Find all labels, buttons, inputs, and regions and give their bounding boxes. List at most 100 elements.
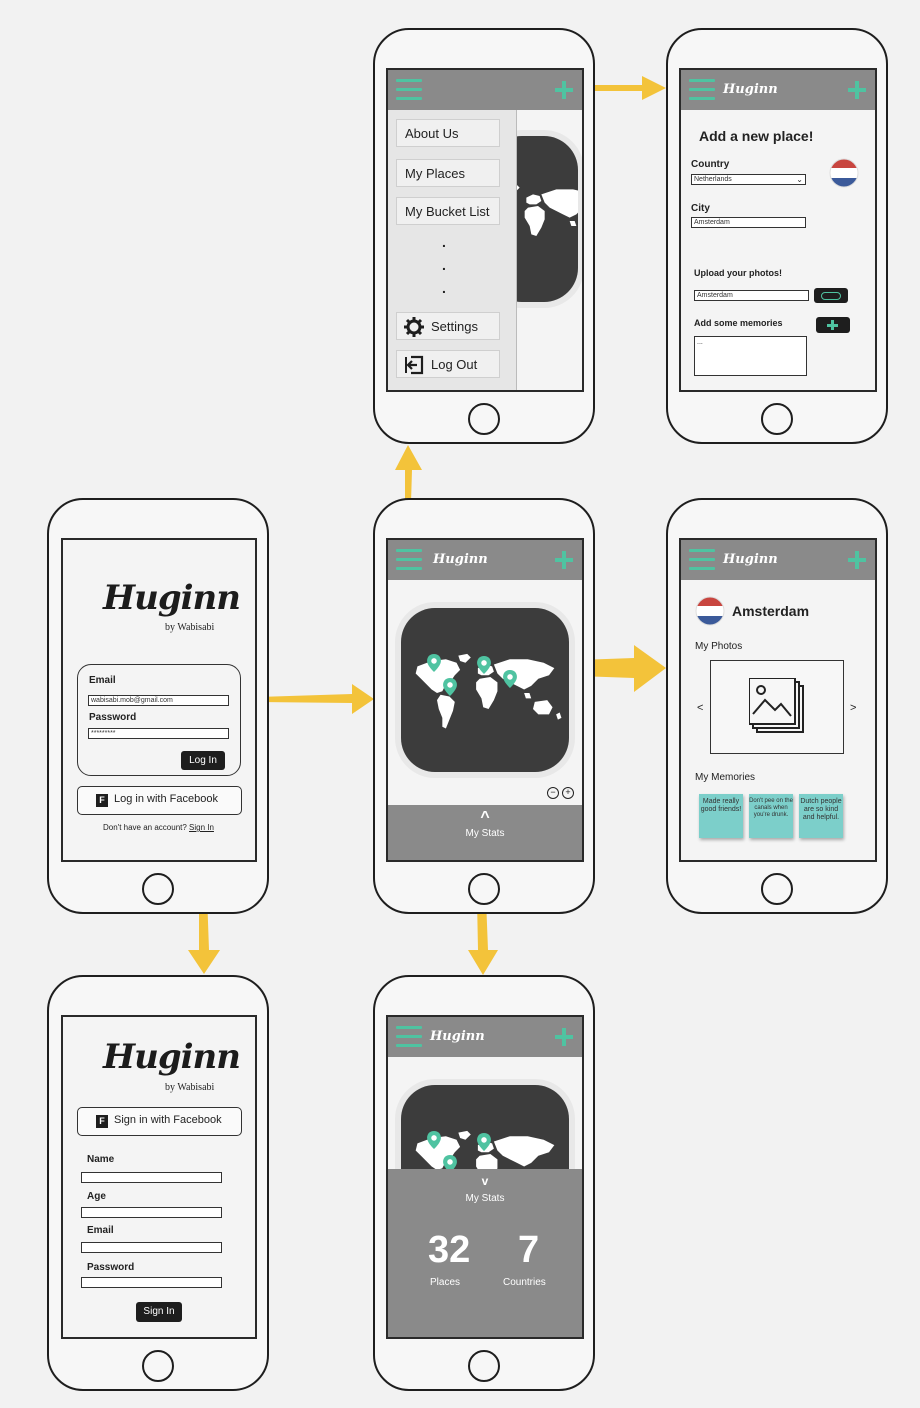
phone-signup: Huginn by Wabisabi F Sign in with Facebo…	[47, 975, 269, 1391]
zoom-in-icon[interactable]: +	[562, 787, 574, 799]
image-placeholder-icon	[749, 678, 804, 733]
logout-label: Log Out	[431, 357, 478, 372]
header-brand: Huginn	[723, 552, 778, 567]
add-place-icon[interactable]	[554, 76, 574, 104]
menu-dot: .	[442, 280, 446, 296]
countries-count: 7	[518, 1229, 540, 1271]
caret-down-icon[interactable]: v	[388, 1174, 582, 1188]
password-label: Password	[87, 1262, 135, 1273]
plus-icon-bar	[827, 324, 838, 327]
home-button[interactable]	[468, 873, 500, 905]
country-select-value: Netherlands	[694, 176, 732, 183]
map-pin-icon[interactable]	[477, 656, 491, 674]
hamburger-menu-icon[interactable]	[689, 549, 715, 571]
photo-viewer[interactable]	[710, 660, 844, 754]
chevron-down-icon: ⌄	[796, 175, 803, 184]
arrow-menu-to-add	[584, 76, 666, 100]
home-button[interactable]	[761, 403, 793, 435]
add-memory-button[interactable]	[816, 317, 850, 333]
city-screen: Huginn Amsterdam My Photos < > My Memori…	[679, 538, 877, 862]
age-field[interactable]	[81, 1207, 222, 1218]
places-label: Places	[430, 1277, 461, 1288]
header-bar: Huginn	[388, 540, 582, 580]
country-label: Country	[691, 159, 730, 170]
add-place-icon[interactable]	[554, 1023, 574, 1051]
facebook-signin-button[interactable]: F Sign in with Facebook	[77, 1107, 242, 1136]
city-label: City	[691, 203, 710, 214]
photo-next-button[interactable]: >	[850, 702, 856, 714]
password-field[interactable]	[81, 1277, 222, 1288]
menu-item-settings[interactable]: Settings	[396, 312, 500, 340]
memories-textarea[interactable]: ...	[694, 336, 807, 376]
phone-main-map: Huginn − + ^ My Stats	[373, 498, 595, 914]
app-logo: Huginn	[103, 578, 241, 618]
name-label: Name	[87, 1154, 115, 1165]
countries-label: Countries	[503, 1277, 546, 1288]
my-memories-label: My Memories	[695, 772, 756, 783]
add-place-icon[interactable]	[554, 546, 574, 574]
header-brand: Huginn	[430, 1029, 485, 1044]
memory-note[interactable]: Dutch people are so kind and helpful.	[799, 794, 843, 838]
phone-menu: About Us My Places My Bucket List . . . …	[373, 28, 595, 444]
upload-field[interactable]: Amsterdam	[694, 290, 809, 301]
side-menu: About Us My Places My Bucket List . . . …	[388, 110, 517, 390]
paperclip-icon	[821, 292, 841, 300]
map-pin-icon[interactable]	[443, 678, 457, 696]
stats-drawer-handle[interactable]: ^ My Stats	[388, 805, 582, 860]
menu-item-my-places[interactable]: My Places	[396, 159, 500, 187]
header-bar	[388, 70, 582, 110]
logout-icon	[405, 355, 424, 375]
home-button[interactable]	[761, 873, 793, 905]
zoom-out-icon[interactable]: −	[547, 787, 559, 799]
facebook-login-button[interactable]: F Log in with Facebook	[77, 786, 242, 815]
menu-dot: .	[442, 234, 446, 250]
photo-prev-button[interactable]: <	[697, 702, 703, 714]
memory-note[interactable]: Don't pee on the canals when you're drun…	[749, 794, 793, 838]
add-place-icon[interactable]	[847, 76, 867, 104]
menu-item-my-bucket-list[interactable]: My Bucket List	[396, 197, 500, 225]
home-button[interactable]	[142, 1350, 174, 1382]
hamburger-menu-icon[interactable]	[689, 79, 715, 101]
sign-in-link[interactable]: Sign In	[189, 823, 214, 832]
map-pin-icon[interactable]	[427, 654, 441, 672]
email-label: Email	[87, 1225, 114, 1236]
header-bar: Huginn	[388, 1017, 582, 1057]
map-pin-icon	[477, 1133, 491, 1151]
password-field[interactable]: *********	[88, 728, 229, 739]
facebook-login-label: Log in with Facebook	[114, 793, 218, 805]
signup-screen: Huginn by Wabisabi F Sign in with Facebo…	[61, 1015, 257, 1339]
hamburger-menu-icon[interactable]	[396, 79, 422, 101]
country-select[interactable]: Netherlands ⌄	[691, 174, 806, 185]
memory-note[interactable]: Made really good friends!	[699, 794, 743, 838]
facebook-signin-label: Sign in with Facebook	[114, 1114, 222, 1126]
name-field[interactable]	[81, 1172, 222, 1183]
facebook-icon: F	[96, 1115, 108, 1128]
hamburger-menu-icon[interactable]	[396, 1026, 422, 1048]
email-field[interactable]: wabisabi.mob@gmail.com	[88, 695, 229, 706]
menu-item-log-out[interactable]: Log Out	[396, 350, 500, 378]
login-button[interactable]: Log In	[181, 751, 225, 770]
attach-button[interactable]	[814, 288, 848, 303]
map-pin-icon[interactable]	[503, 670, 517, 688]
sign-in-button[interactable]: Sign In	[136, 1302, 182, 1322]
home-button[interactable]	[468, 1350, 500, 1382]
home-button[interactable]	[468, 403, 500, 435]
menu-item-about-us[interactable]: About Us	[396, 119, 500, 147]
memories-label: Add some memories	[694, 318, 783, 328]
logo-subtitle: by Wabisabi	[165, 622, 215, 633]
places-count: 32	[428, 1229, 471, 1271]
header-brand: Huginn	[723, 82, 778, 97]
app-logo: Huginn	[103, 1037, 241, 1077]
stats-panel: v My Stats 32 Places 7 Countries	[388, 1169, 582, 1337]
city-field[interactable]: Amsterdam	[691, 217, 806, 228]
arrow-login-to-main	[258, 684, 374, 714]
home-button[interactable]	[142, 873, 174, 905]
netherlands-flag-icon	[829, 158, 859, 188]
header-bar: Huginn	[681, 540, 875, 580]
add-place-icon[interactable]	[847, 546, 867, 574]
email-label: Email	[89, 675, 116, 686]
email-field[interactable]	[81, 1242, 222, 1253]
world-map[interactable]	[401, 608, 569, 772]
logo-subtitle: by Wabisabi	[165, 1082, 215, 1093]
hamburger-menu-icon[interactable]	[396, 549, 422, 571]
